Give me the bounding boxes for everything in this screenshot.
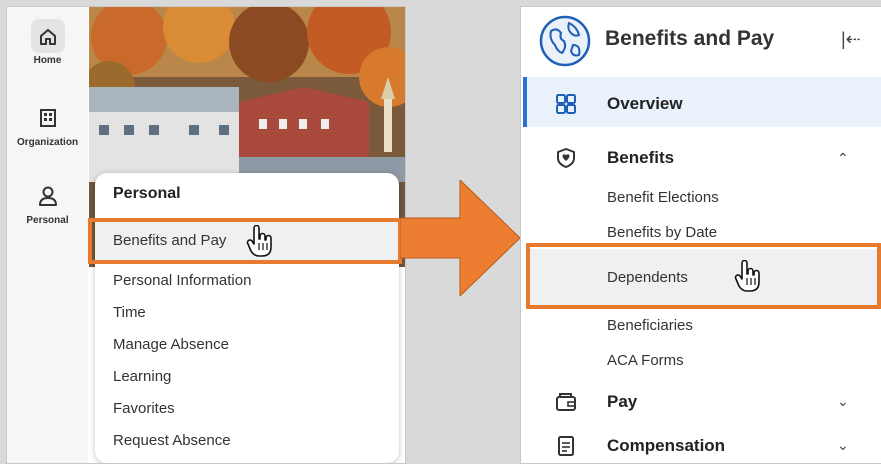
shield-icon [557,148,575,168]
nav-item-pay[interactable]: Pay [607,392,637,412]
document-icon [558,436,574,456]
nav-subitem-benefit-elections[interactable]: Benefit Elections [607,189,719,206]
home-icon [31,19,65,53]
rail-label-home: Home [33,55,62,66]
rail-item-organization[interactable]: Organization [7,101,88,148]
nav-subitem-aca-forms[interactable]: ACA Forms [607,352,684,369]
grid-icon [556,94,576,114]
menu-item-manage-absence[interactable]: Manage Absence [113,336,229,353]
active-indicator [523,77,527,127]
wallet-icon [556,393,576,411]
nav-item-benefits[interactable]: Benefits [607,148,674,168]
menu-item-favorites[interactable]: Favorites [113,400,175,417]
highlight-box-benefits-and-pay [88,218,402,264]
right-screenshot-panel: Benefits and Pay |⇠ Overview Benefits ⌃ … [520,6,881,464]
rail-item-home[interactable]: Home [7,19,88,66]
rail-label-personal: Personal [26,215,69,226]
chevron-up-icon[interactable]: ⌃ [837,150,849,167]
menu-item-time[interactable]: Time [113,304,146,321]
rail-label-organization: Organization [16,137,79,148]
highlight-box-dependents [526,243,881,309]
chevron-down-icon[interactable]: ⌄ [837,437,849,454]
global-nav-rail: Home Organization Personal [7,7,88,463]
nav-subitem-beneficiaries[interactable]: Beneficiaries [607,317,693,334]
person-icon [31,179,65,213]
panel-title: Benefits and Pay [605,27,775,50]
menu-item-request-absence[interactable]: Request Absence [113,432,231,449]
globe-icon [539,15,591,67]
nav-subitem-benefits-by-date[interactable]: Benefits by Date [607,224,717,241]
rail-item-personal[interactable]: Personal [7,179,88,226]
menu-item-personal-information[interactable]: Personal Information [113,272,251,289]
menu-title: Personal [113,185,181,202]
nav-label-overview: Overview [607,94,683,113]
organization-icon [31,101,65,135]
nav-item-compensation[interactable]: Compensation [607,436,725,456]
collapse-left-icon[interactable]: |⇠ [841,29,861,50]
personal-menu: Personal Benefits and Pay Personal Infor… [95,173,399,463]
right-arrow-icon [400,180,520,296]
chevron-down-icon[interactable]: ⌄ [837,393,849,410]
menu-item-learning[interactable]: Learning [113,368,171,385]
